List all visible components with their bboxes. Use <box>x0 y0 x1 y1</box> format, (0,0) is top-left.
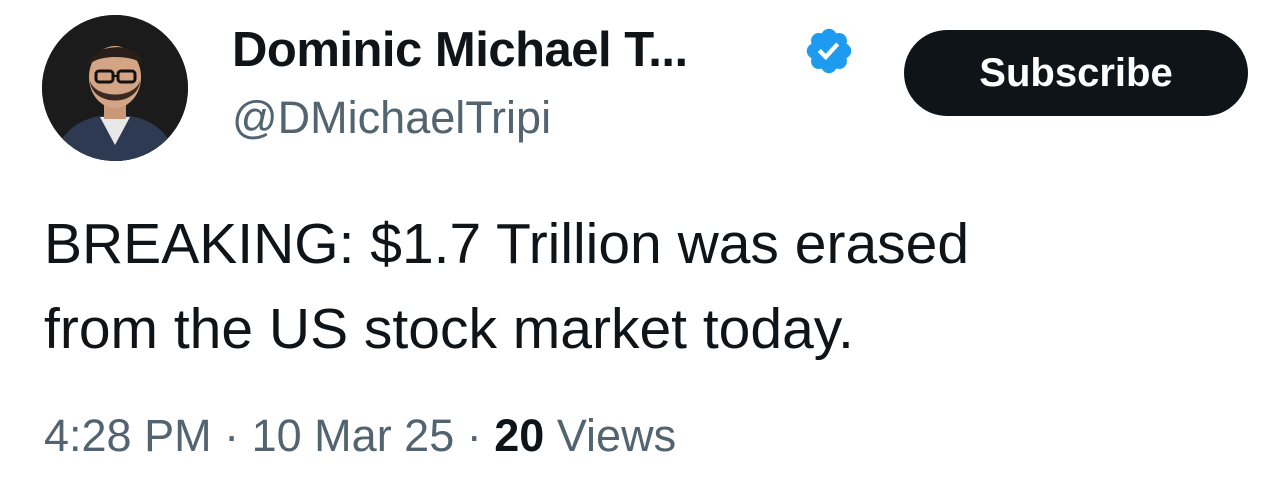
subscribe-button[interactable]: Subscribe <box>904 30 1248 116</box>
user-handle[interactable]: @DMichaelTripi <box>232 90 551 146</box>
profile-photo <box>42 15 188 161</box>
verified-badge-icon <box>806 28 852 74</box>
avatar[interactable] <box>42 15 188 161</box>
tweet-time[interactable]: 4:28 PM <box>44 410 212 461</box>
views-label: Views <box>556 410 677 461</box>
display-name[interactable]: Dominic Michael T... <box>232 20 688 80</box>
tweet-date[interactable]: 10 Mar 25 <box>252 410 455 461</box>
views-count[interactable]: 20 <box>494 410 544 461</box>
meta-separator: · <box>466 410 482 461</box>
meta-separator: · <box>224 410 240 461</box>
tweet-text: BREAKING: $1.7 Trillion was erased from … <box>44 212 970 361</box>
tweet-meta: 4:28 PM · 10 Mar 25 · 20 Views <box>44 408 676 464</box>
